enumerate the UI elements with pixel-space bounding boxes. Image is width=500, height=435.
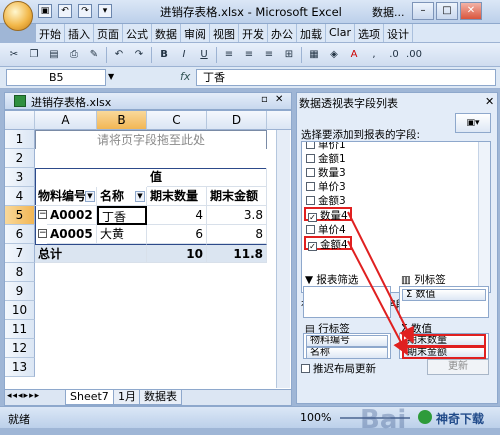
arrow-annotation xyxy=(347,240,408,356)
office-button[interactable] xyxy=(3,1,33,31)
arrow-annotation xyxy=(347,211,414,344)
annotation-arrows xyxy=(347,211,414,356)
